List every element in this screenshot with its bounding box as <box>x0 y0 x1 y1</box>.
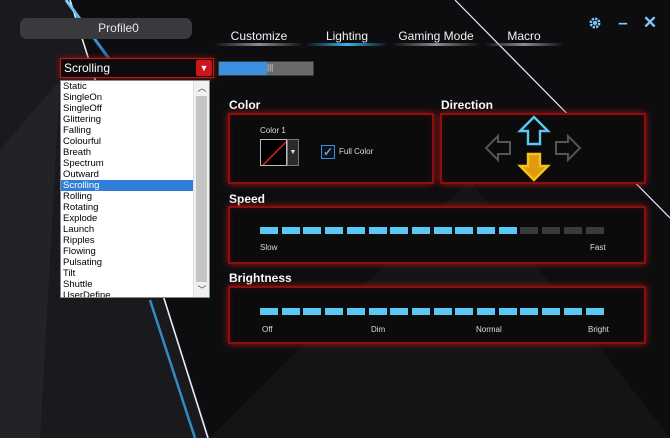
effect-option[interactable]: Ripples <box>61 235 193 246</box>
brightness-slider[interactable] <box>260 308 610 316</box>
brightness-segment[interactable] <box>520 308 539 315</box>
color-section-title: Color <box>229 98 261 112</box>
tab-lighting[interactable]: Lighting <box>306 30 388 46</box>
color1-swatch[interactable] <box>260 139 287 166</box>
brightness-segment[interactable] <box>433 308 452 315</box>
scrollbar-thumb[interactable] <box>196 96 207 282</box>
speed-segment[interactable] <box>303 227 322 234</box>
full-color-checkbox[interactable]: ✓ <box>321 145 335 159</box>
speed-segment[interactable] <box>411 227 430 234</box>
brightness-segment[interactable] <box>455 308 474 315</box>
brightness-segment[interactable] <box>585 308 604 315</box>
brightness-off-label: Off <box>262 325 273 334</box>
brightness-segment[interactable] <box>281 308 300 315</box>
effect-option[interactable]: Static <box>61 81 193 92</box>
profile-selector[interactable]: Profile0 <box>20 18 192 39</box>
effect-list: Static SingleOn SingleOff Glittering Falling… <box>61 81 193 297</box>
arrow-left-icon[interactable] <box>484 133 511 163</box>
lighting-toggle[interactable]: ||| <box>218 61 314 76</box>
brightness-segment[interactable] <box>368 308 387 315</box>
brightness-segment[interactable] <box>411 308 430 315</box>
chevron-down-icon[interactable]: ﹀ <box>194 283 209 297</box>
arrow-down-icon[interactable] <box>517 152 551 182</box>
brightness-segment[interactable] <box>390 308 409 315</box>
speed-segment[interactable] <box>433 227 452 234</box>
arrow-right-icon[interactable] <box>555 133 582 163</box>
speed-segment[interactable] <box>542 227 561 234</box>
tab-customize[interactable]: Customize <box>214 30 304 46</box>
settings-gear-icon[interactable] <box>586 13 604 33</box>
brightness-normal-label: Normal <box>476 325 502 334</box>
color1-label: Color 1 <box>260 126 286 135</box>
toggle-knob-icon: ||| <box>267 63 274 72</box>
effect-dropdown[interactable]: Scrolling ▼ <box>60 58 214 78</box>
effect-listbox[interactable]: Static SingleOn SingleOff Glittering Falling… <box>60 80 210 298</box>
effect-option[interactable]: Scrolling <box>61 180 193 191</box>
effect-option[interactable]: Tilt <box>61 268 193 279</box>
brightness-bright-label: Bright <box>588 325 609 334</box>
effect-option[interactable]: Launch <box>61 224 193 235</box>
tab-macro[interactable]: Macro <box>484 30 564 46</box>
effect-dropdown-value: Scrolling <box>64 61 111 75</box>
effect-option[interactable]: Outward <box>61 169 193 180</box>
direction-section-title: Direction <box>441 98 494 112</box>
direction-arrows <box>484 115 582 182</box>
effect-option[interactable]: Spectrum <box>61 158 193 169</box>
speed-segment[interactable] <box>260 227 278 234</box>
brightness-segment[interactable] <box>498 308 517 315</box>
speed-section-title: Speed <box>229 192 266 206</box>
brightness-section-title: Brightness <box>229 271 292 285</box>
effect-option[interactable]: Rolling <box>61 191 193 202</box>
close-icon[interactable]: ✕ <box>641 13 659 33</box>
effect-option[interactable]: Shuttle <box>61 279 193 290</box>
listbox-scrollbar[interactable]: ︿ ﹀ <box>193 81 209 297</box>
chevron-down-icon[interactable]: ▼ <box>196 60 212 76</box>
effect-option[interactable]: Pulsating <box>61 257 193 268</box>
brightness-dim-label: Dim <box>371 325 386 334</box>
effect-option[interactable]: Glittering <box>61 114 193 125</box>
speed-segment[interactable] <box>281 227 300 234</box>
speed-segment[interactable] <box>585 227 604 234</box>
speed-segment[interactable] <box>346 227 365 234</box>
effect-option[interactable]: UserDefine <box>61 290 193 297</box>
tab-gaming-mode[interactable]: Gaming Mode <box>392 30 480 46</box>
effect-option[interactable]: Falling <box>61 125 193 136</box>
effect-option[interactable]: SingleOff <box>61 103 193 114</box>
minimize-icon[interactable]: – <box>614 13 632 33</box>
speed-segment[interactable] <box>455 227 474 234</box>
full-color-label: Full Color <box>339 147 374 156</box>
speed-slow-label: Slow <box>260 243 278 252</box>
speed-segment[interactable] <box>390 227 409 234</box>
speed-segment[interactable] <box>498 227 517 234</box>
brightness-segment[interactable] <box>563 308 582 315</box>
speed-slider[interactable] <box>260 227 610 235</box>
speed-segment[interactable] <box>477 227 495 234</box>
arrow-up-icon[interactable] <box>517 115 551 146</box>
brightness-segment[interactable] <box>303 308 322 315</box>
speed-segment[interactable] <box>368 227 387 234</box>
speed-segment[interactable] <box>520 227 539 234</box>
brightness-segment[interactable] <box>477 308 495 315</box>
effect-option[interactable]: Explode <box>61 213 193 224</box>
effect-option[interactable]: SingleOn <box>61 92 193 103</box>
effect-option[interactable]: Flowing <box>61 246 193 257</box>
speed-segment[interactable] <box>325 227 344 234</box>
color1-dropdown-icon[interactable]: ▼ <box>287 139 299 166</box>
effect-option[interactable]: Colourful <box>61 136 193 147</box>
brightness-segment[interactable] <box>260 308 278 315</box>
speed-segment[interactable] <box>563 227 582 234</box>
brightness-segment[interactable] <box>542 308 561 315</box>
effect-option[interactable]: Rotating <box>61 202 193 213</box>
chevron-up-icon[interactable]: ︿ <box>194 81 209 95</box>
brightness-segment[interactable] <box>346 308 365 315</box>
brightness-segment[interactable] <box>325 308 344 315</box>
effect-option[interactable]: Breath <box>61 147 193 158</box>
speed-panel <box>228 206 646 264</box>
toggle-on-indicator <box>219 62 267 75</box>
tab-bar: Customize Lighting Gaming Mode Macro <box>214 30 570 46</box>
speed-fast-label: Fast <box>590 243 606 252</box>
